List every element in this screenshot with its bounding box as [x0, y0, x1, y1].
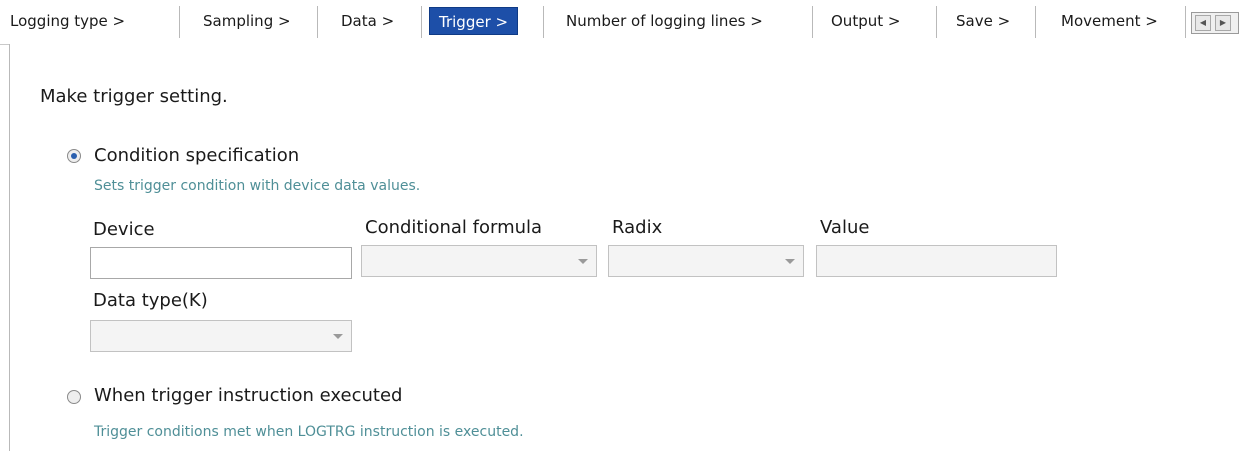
chevron-down-icon	[578, 259, 588, 264]
tab-logging-type[interactable]: Logging type >	[10, 2, 125, 40]
trigger-instruction-description: Trigger conditions met when LOGTRG instr…	[94, 424, 524, 440]
device-label: Device	[93, 219, 155, 240]
conditional-formula-label: Conditional formula	[365, 217, 543, 238]
radix-select[interactable]	[608, 245, 804, 277]
tab-save[interactable]: Save >	[956, 2, 1010, 40]
tab-label: Data >	[341, 12, 395, 30]
tab-number-of-logging-lines[interactable]: Number of logging lines >	[566, 2, 763, 40]
tab-separator	[812, 6, 813, 38]
trigger-instruction-label[interactable]: When trigger instruction executed	[94, 385, 402, 406]
tab-separator	[421, 6, 422, 38]
instruction-text: Make trigger setting.	[40, 86, 228, 107]
condition-specification-radio[interactable]	[67, 149, 81, 163]
tab-label: Number of logging lines >	[566, 12, 763, 30]
condition-specification-label[interactable]: Condition specification	[94, 145, 299, 166]
tab-separator	[179, 6, 180, 38]
trigger-instruction-radio[interactable]	[67, 390, 81, 404]
chevron-down-icon	[333, 334, 343, 339]
data-type-select[interactable]	[90, 320, 352, 352]
condition-specification-description: Sets trigger condition with device data …	[94, 178, 421, 194]
chevron-right-icon[interactable]: ▶	[1215, 15, 1231, 31]
tab-sampling[interactable]: Sampling >	[203, 2, 291, 40]
tab-separator	[317, 6, 318, 38]
radix-label: Radix	[612, 217, 663, 238]
tab-label: Save >	[956, 12, 1011, 30]
tab-label: Output >	[831, 12, 901, 30]
device-input[interactable]	[90, 247, 352, 279]
value-label: Value	[820, 217, 870, 238]
tab-output[interactable]: Output >	[831, 2, 900, 40]
tab-separator	[543, 6, 544, 38]
tab-label: Logging type >	[10, 12, 126, 30]
tab-movement[interactable]: Movement >	[1061, 2, 1158, 40]
tab-data[interactable]: Data >	[341, 2, 394, 40]
chevron-down-icon	[785, 259, 795, 264]
tab-bar: Logging type > Sampling > Data > Trigger…	[0, 0, 1239, 45]
data-type-label: Data type(K)	[93, 290, 208, 311]
chevron-left-icon[interactable]: ◀	[1195, 15, 1211, 31]
conditional-formula-select[interactable]	[361, 245, 597, 277]
tab-scroll-buttons: ◀ ▶	[1191, 12, 1239, 34]
tab-label: Trigger >	[429, 7, 519, 35]
tab-separator	[1185, 6, 1186, 38]
value-input[interactable]	[816, 245, 1057, 277]
tab-separator	[1035, 6, 1036, 38]
tab-separator	[936, 6, 937, 38]
tab-trigger[interactable]: Trigger >	[429, 2, 519, 40]
tab-label: Movement >	[1061, 12, 1158, 30]
tab-label: Sampling >	[203, 12, 291, 30]
